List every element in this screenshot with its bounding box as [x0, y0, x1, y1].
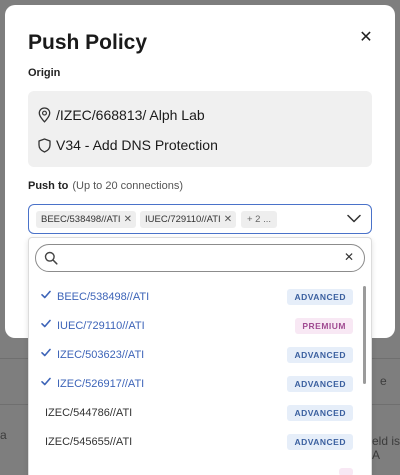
push-to-label-text: Push to [28, 180, 69, 192]
search-input[interactable] [64, 249, 334, 267]
check-icon [41, 377, 51, 386]
shield-icon [38, 137, 51, 153]
option-item[interactable]: IZEC/544786//ATI ADVANCED [29, 398, 359, 427]
close-button[interactable]: ✕ [357, 27, 375, 46]
chip-label: IUEC/729110//ATI [145, 214, 221, 225]
tier-badge: PREMIUM [295, 317, 353, 334]
push-to-multiselect[interactable]: BEEC/538498//ATI ✕ IUEC/729110//ATI ✕ + … [28, 204, 372, 234]
push-to-hint: (Up to 20 connections) [72, 180, 184, 192]
origin-box: /IZEC/668813/ Alph Lab V34 - Add DNS Pro… [28, 91, 372, 167]
connections-dropdown: ✕ BEEC/538498//ATI ADVANCED IUEC/729110/… [28, 237, 372, 475]
location-pin-icon [38, 107, 51, 123]
close-icon[interactable]: ✕ [359, 27, 372, 46]
option-item[interactable]: IZEC/545655//ATI ADVANCED [29, 427, 359, 456]
push-to-label: Push to (Up to 20 connections) [28, 180, 183, 192]
tier-badge-cut-off [339, 468, 353, 475]
selected-chip: IUEC/729110//ATI ✕ [140, 211, 237, 228]
chip-remove-icon[interactable]: ✕ [124, 214, 132, 225]
origin-location-row: /IZEC/668813/ Alph Lab [38, 107, 205, 123]
tier-badge: ADVANCED [287, 433, 353, 450]
origin-policy-row: V34 - Add DNS Protection [38, 137, 218, 153]
chip-label: BEEC/538498//ATI [41, 214, 121, 225]
option-item-partial[interactable] [29, 456, 359, 475]
option-name: IZEC/545655//ATI [45, 435, 133, 448]
background-text-fragment: a [0, 428, 7, 442]
tier-badge: ADVANCED [287, 404, 353, 421]
chip-remove-icon[interactable]: ✕ [224, 214, 232, 225]
background-text-fragment: eld is A [372, 434, 400, 462]
option-name: IUEC/729110//ATI [57, 319, 145, 332]
modal-title: Push Policy [28, 31, 148, 54]
search-box[interactable]: ✕ [35, 244, 365, 272]
background-text-fragment: e [380, 374, 387, 388]
option-item[interactable]: IUEC/729110//ATI PREMIUM [29, 311, 359, 340]
check-icon [41, 348, 51, 357]
selected-chip: BEEC/538498//ATI ✕ [36, 211, 136, 228]
option-name: BEEC/538498//ATI [57, 290, 150, 303]
clear-search-icon[interactable]: ✕ [344, 250, 354, 264]
search-icon [44, 251, 58, 265]
option-item[interactable]: IZEC/526917//ATI ADVANCED [29, 369, 359, 398]
option-item[interactable]: IZEC/503623//ATI ADVANCED [29, 340, 359, 369]
tier-badge: ADVANCED [287, 346, 353, 363]
chevron-down-icon[interactable] [347, 214, 361, 223]
option-name: IZEC/544786//ATI [45, 406, 133, 419]
origin-label: Origin [28, 67, 61, 79]
tier-badge: ADVANCED [287, 375, 353, 392]
more-chips-indicator[interactable]: + 2 ... [241, 211, 278, 228]
dropdown-scrollbar[interactable] [363, 286, 366, 384]
option-item[interactable]: BEEC/538498//ATI ADVANCED [29, 282, 359, 311]
origin-policy-text: V34 - Add DNS Protection [56, 137, 218, 153]
check-icon [41, 319, 51, 328]
option-name: IZEC/503623//ATI [57, 348, 145, 361]
tier-badge: ADVANCED [287, 288, 353, 305]
check-icon [41, 290, 51, 299]
origin-location-text: /IZEC/668813/ Alph Lab [56, 107, 205, 123]
option-name: IZEC/526917//ATI [57, 377, 145, 390]
